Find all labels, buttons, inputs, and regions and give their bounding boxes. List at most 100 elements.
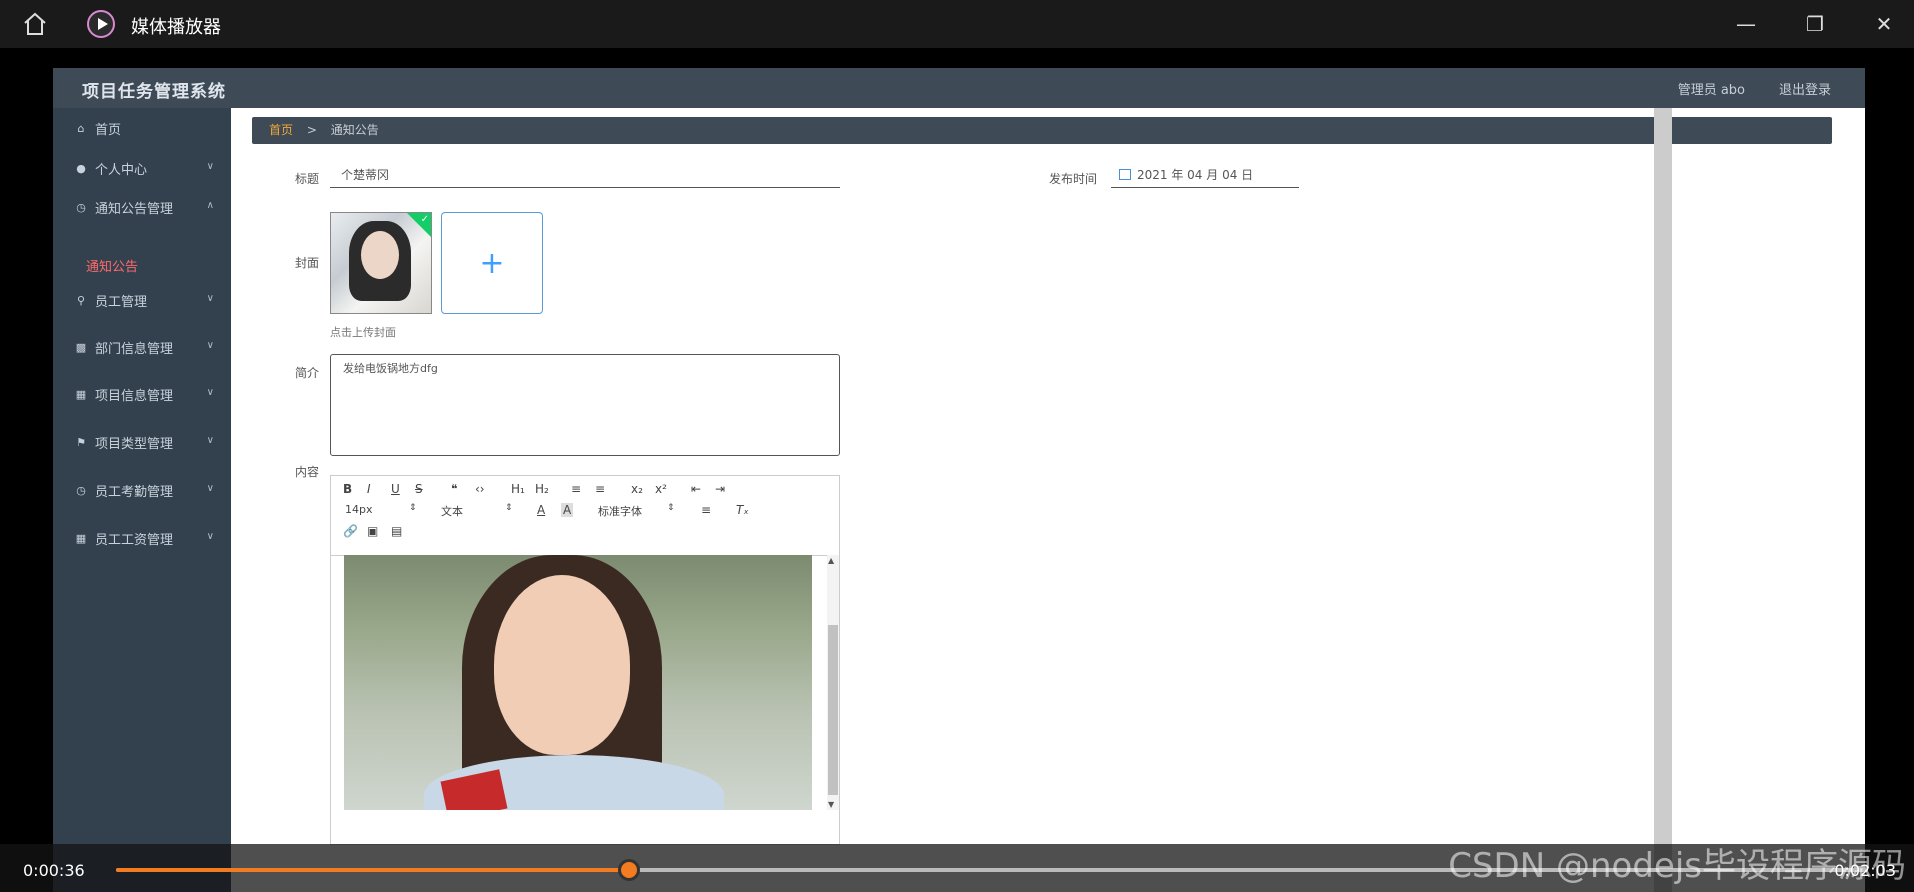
monitor-icon: ▩ <box>75 340 87 354</box>
grid-icon: ▦ <box>75 387 87 401</box>
sidebar-item-department[interactable]: ▩ 部门信息管理 ∨ <box>53 327 231 367</box>
chevron-up-icon: ∧ <box>206 200 214 211</box>
align-icon[interactable]: ≡ <box>701 503 711 517</box>
publish-time-value: 2021 年 04 月 04 日 <box>1137 168 1254 182</box>
admin-label: 管理员 abo <box>1677 83 1745 98</box>
strike-icon[interactable]: S <box>415 482 423 496</box>
outdent-icon[interactable]: ⇤ <box>691 482 701 496</box>
home-icon: ⌂ <box>77 121 85 135</box>
player-title-bar: 媒体播放器 — ❐ ✕ <box>0 0 1914 48</box>
main-content: 首页 > 通知公告 标题 个楚蒂冈 发布时间 2021 年 04 月 04 日 … <box>231 108 1865 892</box>
breadcrumb: 首页 > 通知公告 <box>252 117 1832 144</box>
sidebar-item-label: 部门信息管理 <box>95 341 174 357</box>
content-label: 内容 <box>295 465 320 479</box>
chevron-down-icon: ∨ <box>206 161 214 172</box>
publish-time-picker[interactable]: 2021 年 04 月 04 日 <box>1111 162 1299 188</box>
font-size-select[interactable]: 14px <box>345 503 373 516</box>
sidebar-item-label: 员工工资管理 <box>95 532 174 548</box>
underline-icon[interactable]: U <box>391 482 400 496</box>
chevron-down-icon: ∨ <box>206 435 214 446</box>
scrollbar-thumb[interactable] <box>828 625 838 795</box>
chevron-down-icon: ∨ <box>206 387 214 398</box>
sidebar-item-personal[interactable]: ● 个人中心 ∨ <box>53 148 231 188</box>
heading2-icon[interactable]: H₂ <box>535 482 549 496</box>
close-button[interactable]: ✕ <box>1864 8 1904 40</box>
page-scrollbar[interactable] <box>1654 108 1672 892</box>
editor-scrollbar[interactable]: ▲ ▼ <box>827 555 839 810</box>
scroll-down-icon[interactable]: ▼ <box>828 800 834 809</box>
clear-format-icon[interactable]: Tₓ <box>736 503 749 517</box>
app-window: 项目任务管理系统 管理员 abo 退出登录 ⌂ 首页 ● 个人中心 ∨ ◷ 通知… <box>53 68 1865 892</box>
sidebar-item-attendance[interactable]: ◷ 员工考勤管理 ∨ <box>53 470 231 510</box>
intro-label: 简介 <box>295 366 320 380</box>
upload-cover-button[interactable]: + <box>441 212 543 314</box>
title-input[interactable]: 个楚蒂冈 <box>330 162 840 188</box>
restore-button[interactable]: ❐ <box>1795 8 1835 40</box>
home-icon[interactable] <box>22 11 48 37</box>
bold-icon[interactable]: B <box>343 482 352 496</box>
text-type-select[interactable]: 文本 <box>441 503 463 519</box>
sidebar-item-project-info[interactable]: ▦ 项目信息管理 ∨ <box>53 374 231 414</box>
heading1-icon[interactable]: H₁ <box>511 482 525 496</box>
subscript-icon[interactable]: x₂ <box>631 482 643 496</box>
logout-link[interactable]: 退出登录 <box>1779 79 1831 98</box>
italic-icon[interactable]: I <box>367 482 371 496</box>
ordered-list-icon[interactable]: ≡ <box>571 482 581 496</box>
blockquote-icon[interactable]: ❝ <box>451 482 457 496</box>
image-icon[interactable]: ▣ <box>367 524 378 538</box>
sidebar-item-notice-mgmt[interactable]: ◷ 通知公告管理 ∧ <box>53 187 231 227</box>
font-color-icon[interactable]: A <box>537 503 545 517</box>
current-time: 0:00:36 <box>23 861 85 880</box>
table-icon: ▦ <box>75 531 87 545</box>
indent-icon[interactable]: ⇥ <box>715 482 725 496</box>
cover-hint: 点击上传封面 <box>330 326 396 339</box>
code-block-icon[interactable]: ‹› <box>475 482 485 496</box>
sidebar: ⌂ 首页 ● 个人中心 ∨ ◷ 通知公告管理 ∧ 通知公告 ⚲ 员工管理 ∨ ▩… <box>53 108 231 892</box>
sidebar-item-label: 员工管理 <box>95 294 148 310</box>
sidebar-item-label: 项目信息管理 <box>95 388 174 404</box>
app-header: 项目任务管理系统 管理员 abo 退出登录 <box>53 68 1865 108</box>
image-face <box>494 575 630 755</box>
superscript-icon[interactable]: x² <box>655 482 667 496</box>
chevron-updown-icon: ⇕ <box>667 503 675 513</box>
scroll-up-icon[interactable]: ▲ <box>828 556 834 565</box>
chevron-down-icon: ∨ <box>206 483 214 494</box>
chevron-updown-icon: ⇕ <box>409 503 417 513</box>
sidebar-item-label: 个人中心 <box>95 162 148 178</box>
content-image <box>344 555 812 810</box>
sidebar-item-label: 首页 <box>95 122 122 138</box>
seek-progress <box>116 868 629 872</box>
minimize-button[interactable]: — <box>1726 8 1766 40</box>
sidebar-item-project-type[interactable]: ⚑ 项目类型管理 ∨ <box>53 422 231 462</box>
app-title: 项目任务管理系统 <box>82 82 226 102</box>
sidebar-item-label: 通知公告管理 <box>95 201 174 217</box>
sidebar-item-salary[interactable]: ▦ 员工工资管理 ∨ <box>53 518 231 558</box>
plus-icon: + <box>479 245 505 281</box>
flag-icon: ⚑ <box>76 435 86 449</box>
link-icon[interactable]: 🔗 <box>343 524 358 538</box>
cover-thumbnail[interactable]: ✓ <box>330 212 432 314</box>
user-icon: ● <box>76 161 86 175</box>
font-family-select[interactable]: 标准字体 <box>598 503 642 519</box>
mic-icon: ⚲ <box>76 293 86 307</box>
clock-icon: ◷ <box>76 483 86 497</box>
background-color-icon[interactable]: A <box>561 503 574 517</box>
sidebar-item-home[interactable]: ⌂ 首页 <box>53 108 231 148</box>
breadcrumb-separator: > <box>306 123 317 137</box>
cover-label: 封面 <box>295 256 320 270</box>
intro-textarea[interactable]: 发给电饭锅地方dfg <box>330 354 840 456</box>
editor-toolbar: B I U S ❝ ‹› H₁ H₂ ≡ ≡ x₂ x² ⇤ ⇥ 14px ⇕ … <box>331 476 839 556</box>
video-icon[interactable]: ▤ <box>391 524 402 538</box>
publish-time-label: 发布时间 <box>1049 172 1098 186</box>
editor-content[interactable] <box>331 555 839 810</box>
sidebar-subitem-notice[interactable]: 通知公告 <box>86 256 138 275</box>
breadcrumb-home[interactable]: 首页 <box>269 123 293 137</box>
seek-handle[interactable] <box>617 859 640 881</box>
player-title: 媒体播放器 <box>131 17 221 38</box>
title-label: 标题 <box>295 172 320 186</box>
breadcrumb-current: 通知公告 <box>330 123 379 137</box>
chevron-down-icon: ∨ <box>206 293 214 304</box>
bullet-list-icon[interactable]: ≡ <box>595 482 605 496</box>
calendar-icon <box>1119 169 1131 180</box>
sidebar-item-employee[interactable]: ⚲ 员工管理 ∨ <box>53 280 231 320</box>
